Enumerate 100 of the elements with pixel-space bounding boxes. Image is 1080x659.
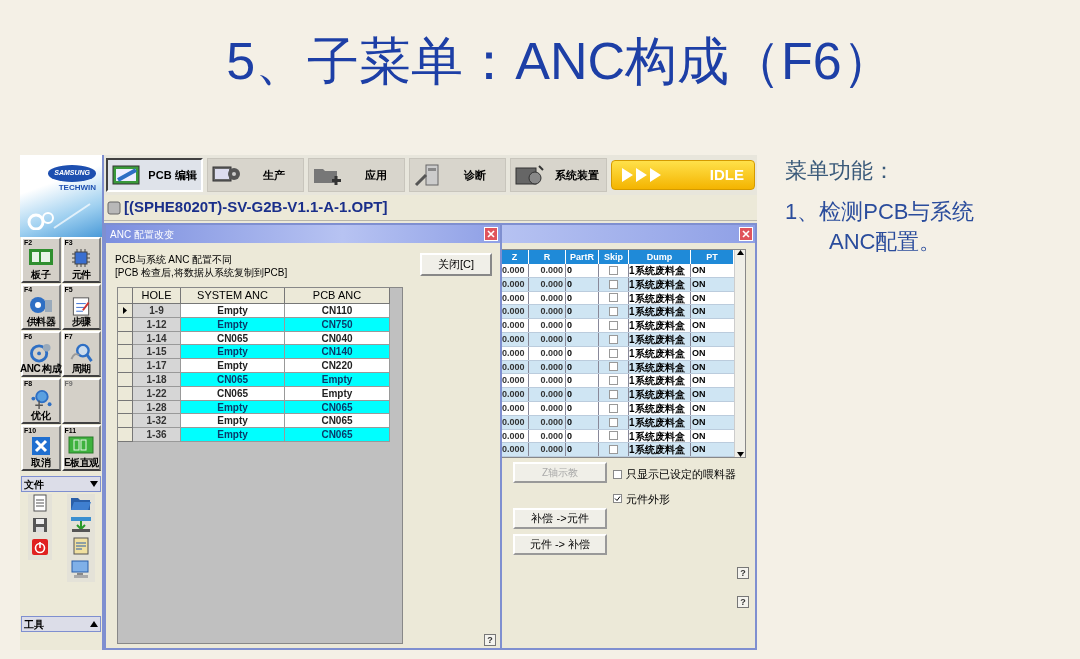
file-menu-bar[interactable]: 文件 — [21, 476, 101, 492]
checkbox[interactable] — [613, 494, 622, 504]
column-header: SYSTEM ANC — [181, 288, 285, 304]
table-cell: 1系统废料盒 — [629, 374, 691, 388]
table-cell: 1系统废料盒 — [629, 319, 691, 332]
action-button[interactable]: 补偿 ->元件 — [513, 508, 607, 530]
checkbox[interactable] — [609, 362, 618, 372]
checkbox[interactable] — [609, 293, 618, 303]
checkbox[interactable] — [609, 321, 618, 331]
table-cell: 0.000 — [529, 333, 566, 346]
table-cell: 1-17 — [133, 359, 181, 373]
table-cell: 1系统废料盒 — [629, 291, 691, 305]
table-cell: 0 — [566, 415, 599, 429]
nav-tab[interactable]: PCB 编辑 — [106, 158, 203, 192]
download-icon[interactable] — [69, 515, 92, 533]
table-cell: 0.000 — [529, 443, 566, 457]
gear-disc-icon — [28, 342, 53, 363]
checkbox[interactable] — [609, 279, 618, 289]
table-cell: 0 — [566, 360, 599, 374]
nav-tab[interactable]: 应用 — [308, 158, 405, 192]
close-icon[interactable] — [484, 227, 498, 241]
table-cell: 0 — [566, 346, 599, 360]
table-cell: 1系统废料盒 — [629, 277, 691, 291]
nav-tab[interactable]: 系统装置 — [510, 158, 607, 192]
status-text: IDLE — [709, 164, 744, 185]
power-icon[interactable] — [30, 538, 49, 556]
table-cell: 0.000 — [529, 388, 566, 401]
dialog-title: ANC 配置改变 — [109, 227, 174, 242]
help-button[interactable]: ? — [737, 567, 749, 580]
probe-icon — [414, 163, 442, 187]
table-cell: 0.000 — [529, 305, 566, 319]
table-cell: 1系统废料盒 — [629, 429, 691, 443]
magnifier-icon — [69, 342, 94, 363]
table-cell: 0 — [566, 291, 599, 305]
table-cell-text: ON — [691, 443, 707, 457]
checkbox[interactable] — [613, 469, 622, 479]
table-cell: 0.000 — [529, 291, 566, 305]
table-cell: 0 — [566, 333, 599, 346]
dropdown-icon — [90, 481, 98, 487]
table-cell: 0.000 — [529, 360, 566, 374]
table-cell-text: ON — [691, 415, 707, 429]
table-cell-text: ON — [691, 277, 707, 291]
table-cell-text: ON — [691, 346, 707, 360]
document-icon[interactable] — [30, 494, 49, 512]
table-cell: 0 — [566, 401, 599, 415]
note-item: 1、检测PCB与系统ANC配置。 — [785, 198, 976, 256]
checkbox[interactable] — [609, 307, 618, 317]
table-cell: 1系统废料盒 — [629, 443, 691, 457]
play-arrows-icon — [622, 168, 662, 182]
table-cell-text: ON — [691, 388, 707, 401]
toolbox-icon — [515, 164, 545, 186]
checkbox[interactable] — [609, 348, 618, 358]
table-cell: 0 — [566, 319, 599, 332]
checkbox[interactable] — [609, 265, 618, 275]
slide-title: 5、子菜单：ANC构成（F6） — [226, 31, 894, 92]
save-icon[interactable] — [30, 516, 49, 534]
board-pen-icon — [112, 164, 142, 186]
action-button[interactable]: 元件 -> 补偿 — [513, 534, 607, 556]
row-header[interactable] — [118, 304, 133, 318]
table-cell-text: ON — [691, 374, 707, 388]
table-cell: 1系统废料盒 — [629, 305, 691, 319]
computer-icon[interactable] — [69, 559, 92, 579]
board-icon — [27, 248, 54, 266]
brand-subtitle: TECHWIN — [58, 181, 96, 194]
table-cell: 1系统废料盒 — [629, 415, 691, 429]
checkbox[interactable] — [609, 445, 618, 455]
help-button[interactable]: ? — [737, 596, 749, 609]
table-cell-text: ON — [691, 291, 707, 305]
table-cell: Empty — [181, 359, 285, 373]
column-header: HOLE — [133, 288, 181, 304]
table-cell: 0.000 — [529, 429, 566, 443]
table-cell: 1系统废料盒 — [629, 401, 691, 415]
table-cell: CN140 — [285, 345, 390, 360]
tools-menu-bar[interactable]: 工具 — [21, 616, 101, 632]
table-cell: 0 — [566, 305, 599, 319]
file-title: [(SPHE8020T)-SV-G2B-V1.1-A-1.OPT] — [124, 197, 388, 218]
close-icon[interactable] — [739, 227, 753, 241]
checkbox[interactable] — [609, 403, 618, 413]
table-cell-text: ON — [691, 264, 707, 277]
table-cell: 1系统废料盒 — [629, 360, 691, 374]
close-button[interactable]: 关闭[C] — [420, 253, 492, 276]
nav-tab[interactable]: 诊断 — [409, 158, 506, 192]
checkbox[interactable] — [609, 334, 618, 344]
dialog-message: PCB与系统 ANC 配置不同 — [115, 253, 234, 266]
table-cell: Empty — [181, 345, 285, 360]
nav-tab[interactable]: 生产 — [207, 158, 304, 192]
table-cell: 0.000 — [529, 374, 566, 388]
checkbox[interactable] — [609, 417, 618, 427]
checkbox[interactable] — [609, 431, 618, 441]
table-cell: 0.000 — [529, 346, 566, 360]
table-cell-text: ON — [691, 319, 707, 332]
scroll-down-icon[interactable] — [736, 452, 744, 458]
table-cell: 1-15 — [133, 345, 181, 360]
table-cell: Empty — [181, 428, 285, 442]
scroll-up-icon[interactable] — [736, 250, 744, 255]
notes-heading: 菜单功能： — [785, 157, 896, 185]
checkbox[interactable] — [609, 390, 618, 400]
checkbox[interactable] — [609, 376, 618, 386]
table-cell: 0.000 — [529, 401, 566, 415]
help-button[interactable]: ? — [484, 634, 496, 646]
